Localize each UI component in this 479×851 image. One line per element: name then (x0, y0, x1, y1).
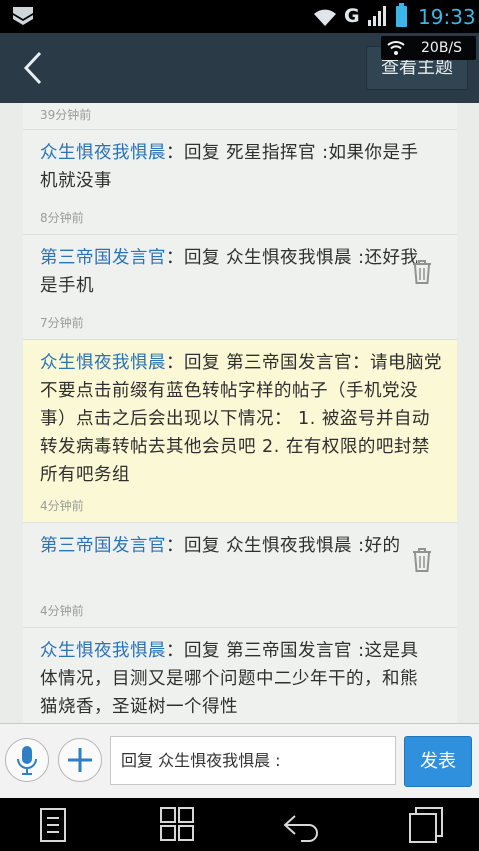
home-icon[interactable] (157, 806, 197, 844)
app-notification-icon (13, 7, 33, 25)
comment-item-highlighted: 众生惧夜我惧晨：回复 第三帝国发言官：请电脑党不要点击前缀有蓝色转帖字样的帖子（… (23, 340, 457, 523)
plus-icon (68, 748, 92, 772)
recent-apps-icon[interactable] (406, 806, 446, 844)
wifi-icon (387, 41, 405, 55)
comment-time: 8分钟前 (40, 211, 84, 225)
battery-icon (396, 3, 407, 27)
comment-author[interactable]: 众生惧夜我惧晨 (40, 143, 166, 163)
wifi-icon (314, 9, 336, 26)
voice-input-button[interactable] (5, 738, 49, 782)
reply-bar: 回复 众生惧夜我惧晨 : 发表 (0, 723, 479, 799)
reply-input[interactable]: 回复 众生惧夜我惧晨 : (110, 736, 396, 785)
trash-icon[interactable] (411, 547, 433, 573)
menu-icon[interactable] (33, 806, 73, 844)
comment-time: 4分钟前 (40, 604, 84, 618)
comment-time: 4分钟前 (40, 499, 84, 513)
speed-text: 20B/S (421, 40, 463, 56)
comment-author[interactable]: 第三帝国发言官 (40, 248, 166, 268)
comment-text: 第三帝国发言官：回复 众生惧夜我惧晨 :好的 (40, 532, 422, 560)
comment-item: 39分钟前 (23, 103, 457, 130)
comment-item: 第三帝国发言官：回复 众生惧夜我惧晨 :还好我是手机 7分钟前 (23, 235, 457, 340)
comment-text: 众生惧夜我惧晨：回复 死星指挥官 :如果你是手机就没事 (40, 139, 422, 195)
signal-bars-icon (368, 6, 386, 26)
network-type: G (344, 5, 360, 27)
trash-icon[interactable] (411, 259, 433, 285)
send-button[interactable]: 发表 (404, 736, 472, 787)
microphone-icon (17, 746, 37, 775)
status-bar: G 19:33 (0, 0, 479, 33)
system-nav-bar (0, 798, 479, 851)
comment-time: 7分钟前 (40, 316, 84, 330)
comment-text: 第三帝国发言官：回复 众生惧夜我惧晨 :还好我是手机 (40, 244, 422, 300)
comment-text: 众生惧夜我惧晨：回复 第三帝国发言官 :这是具体情况，目测又是哪个问题中二少年干… (40, 637, 422, 721)
attach-button[interactable] (58, 738, 102, 782)
comment-item: 众生惧夜我惧晨：回复 第三帝国发言官 :这是具体情况，目测又是哪个问题中二少年干… (23, 628, 457, 723)
comment-author[interactable]: 众生惧夜我惧晨 (40, 641, 166, 661)
comment-item: 第三帝国发言官：回复 众生惧夜我惧晨 :好的 4分钟前 (23, 523, 457, 628)
chevron-left-icon[interactable] (18, 49, 48, 87)
comment-text: 众生惧夜我惧晨：回复 第三帝国发言官：请电脑党不要点击前缀有蓝色转帖字样的帖子（… (40, 349, 445, 489)
comment-body: ：回复 众生惧夜我惧晨 :好的 (166, 536, 401, 556)
network-speed-overlay: 20B/S (381, 36, 476, 60)
comment-author[interactable]: 第三帝国发言官 (40, 536, 166, 556)
back-icon[interactable] (281, 806, 321, 844)
comment-list[interactable]: 39分钟前 众生惧夜我惧晨：回复 死星指挥官 :如果你是手机就没事 8分钟前 第… (0, 103, 479, 723)
comment-author[interactable]: 众生惧夜我惧晨 (40, 353, 166, 373)
comment-time: 39分钟前 (40, 108, 92, 122)
clock: 19:33 (418, 5, 476, 29)
comment-item: 众生惧夜我惧晨：回复 死星指挥官 :如果你是手机就没事 8分钟前 (23, 130, 457, 235)
